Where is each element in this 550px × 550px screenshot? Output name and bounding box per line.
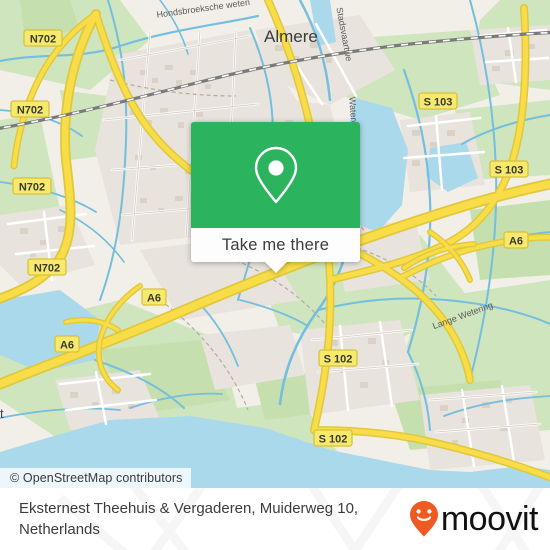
footer-bar: Eksternest Theehuis & Vergaderen, Muider… [0, 488, 550, 550]
road-shield: A6 [503, 231, 529, 249]
location-callout-card[interactable]: Take me there [191, 122, 360, 273]
svg-text:N702: N702 [30, 34, 56, 46]
svg-text:A6: A6 [509, 236, 523, 248]
road-shield: A6 [54, 335, 80, 353]
svg-text:N702: N702 [17, 105, 43, 117]
map-edge-label: t [0, 406, 4, 421]
svg-text:S 102: S 102 [324, 354, 353, 366]
svg-text:S 103: S 103 [495, 165, 524, 177]
svg-text:N702: N702 [34, 263, 60, 275]
location-title: Eksternest Theehuis & Vergaderen, Muider… [19, 500, 359, 538]
road-shield: N702 [23, 29, 63, 47]
road-shield: S 103 [418, 92, 458, 110]
road-shield: S 103 [489, 160, 529, 178]
svg-text:S 102: S 102 [319, 434, 348, 446]
moovit-pin-smile-icon [409, 501, 438, 537]
road-shield: A6 [141, 288, 167, 306]
svg-text:N702: N702 [19, 182, 45, 194]
road-shield: N702 [10, 100, 50, 118]
take-me-there-label: Take me there [221, 235, 330, 254]
moovit-logo[interactable]: moovit [409, 500, 539, 538]
callout-tail [264, 262, 287, 273]
road-shield: N702 [12, 177, 52, 195]
take-me-there-button[interactable]: Take me there [191, 228, 360, 273]
svg-text:S 103: S 103 [424, 97, 453, 109]
svg-text:A6: A6 [60, 340, 74, 352]
osm-attribution[interactable]: © OpenStreetMap contributors [0, 468, 191, 488]
map-pin-icon [254, 146, 297, 204]
road-shield: N702 [27, 258, 67, 276]
map-city-label: Almere [264, 27, 318, 46]
card-pin-area [191, 122, 360, 228]
moovit-wordmark: moovit [440, 500, 539, 538]
road-shield: S 102 [318, 349, 358, 367]
svg-text:A6: A6 [147, 293, 161, 305]
moovit-map-share-card: Almere Hondsbroeksche wetering Lange Wet… [0, 0, 550, 550]
road-shield: S 102 [313, 429, 353, 447]
